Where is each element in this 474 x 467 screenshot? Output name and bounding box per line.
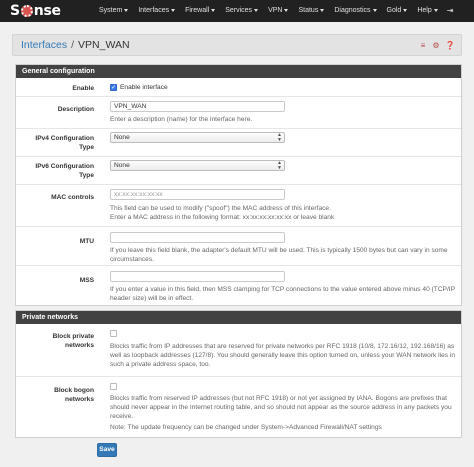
nav-interfaces[interactable]: Interfaces — [133, 0, 180, 22]
description-input[interactable]: VPN_WAN — [110, 101, 285, 112]
chevron-down-icon — [372, 8, 377, 12]
block-private-checkbox[interactable] — [110, 330, 117, 337]
breadcrumb-separator: / — [71, 39, 75, 51]
chevron-down-icon — [171, 8, 176, 12]
enable-label: Enable — [72, 85, 94, 92]
nav-gold[interactable]: Gold — [382, 0, 413, 22]
description-label: Description — [57, 106, 94, 113]
block-private-help-line3: such a private address space, too. — [110, 361, 211, 368]
block-bogon-row: Block bogon networks Blocks traffic from… — [16, 376, 461, 437]
mtu-row: MTU If you leave this field blank, the a… — [16, 226, 461, 265]
logout-icon[interactable]: ⇥ — [443, 0, 454, 22]
private-networks-heading: Private networks — [16, 311, 461, 324]
breadcrumb-current: VPN_WAN — [78, 39, 130, 51]
nav-status[interactable]: Status — [293, 0, 329, 22]
nav-help[interactable]: Help — [412, 0, 442, 22]
chevron-down-icon — [124, 8, 129, 12]
mac-help-line1: This field can be used to modify ("spoof… — [110, 205, 331, 212]
ipv4-type-selected-value: None — [114, 134, 130, 141]
nav-gold-label: Gold — [386, 7, 402, 14]
nav-vpn-label: VPN — [268, 7, 283, 14]
ipv4-type-label-line1: IPv4 Configuration — [35, 135, 94, 142]
ipv6-type-label-line1: IPv6 Configuration — [35, 163, 94, 170]
mac-controls-row: MAC controls xx:xx:xx:xx:xx:xx This fiel… — [16, 184, 461, 226]
enable-interface-checkbox-label[interactable]: Enable interface — [120, 83, 168, 92]
chevron-down-icon — [403, 8, 408, 12]
nav-services-label: Services — [225, 7, 253, 14]
brand-logo[interactable]: S nse — [0, 0, 94, 22]
select-arrows-icon: ▲ ▼ — [277, 160, 282, 171]
gear-icon[interactable]: ⚙ — [432, 41, 440, 50]
chevron-down-icon — [254, 8, 259, 12]
mss-input[interactable] — [110, 271, 285, 282]
block-bogon-help-line2: should never appear in the Internet rout… — [110, 404, 452, 411]
select-arrows-icon: ▲ ▼ — [277, 132, 282, 143]
block-bogon-help-line4: Note: The update frequency can be change… — [110, 424, 382, 431]
block-bogon-checkbox[interactable] — [110, 383, 117, 390]
mss-label: MSS — [79, 277, 94, 284]
ipv6-type-select[interactable]: None ▲ ▼ — [110, 160, 285, 171]
mtu-label: MTU — [79, 238, 94, 245]
chevron-down-icon — [284, 8, 289, 12]
enable-row: Enable ✓ Enable interface — [16, 79, 461, 96]
enable-interface-checkbox[interactable]: ✓ — [110, 84, 117, 91]
breadcrumb-icons: ≡ ⚙ ❓ — [419, 41, 455, 50]
mss-help-line1: If you enter a value in this field, then… — [110, 286, 456, 293]
mac-controls-label: MAC controls — [51, 194, 94, 201]
nav-diagnostics-label: Diagnostics — [334, 7, 371, 14]
mac-help-line2: Enter a MAC address in the following for… — [110, 214, 335, 221]
ipv6-type-row: IPv6 Configuration Type None ▲ ▼ — [16, 156, 461, 184]
nav-help-label: Help — [417, 7, 432, 14]
nav-interfaces-label: Interfaces — [138, 7, 170, 14]
mtu-help-line1: If you leave this field blank, the adapt… — [110, 247, 448, 254]
mtu-input[interactable] — [110, 232, 285, 243]
description-help: Enter a description (name) for the inter… — [110, 116, 253, 123]
breadcrumb: Interfaces / VPN_WAN ≡ ⚙ ❓ — [12, 34, 462, 56]
mss-row: MSS If you enter a value in this field, … — [16, 265, 461, 305]
description-row: Description VPN_WAN Enter a description … — [16, 96, 461, 128]
block-bogon-help-line3: receive. — [110, 413, 134, 420]
nav-firewall[interactable]: Firewall — [180, 0, 220, 22]
nav-status-label: Status — [298, 7, 319, 14]
nav-diagnostics[interactable]: Diagnostics — [329, 0, 381, 22]
general-configuration-heading: General configuration — [16, 65, 461, 78]
save-button[interactable]: Save — [97, 443, 117, 457]
block-private-help-line1: Blocks traffic from IP addresses that ar… — [110, 343, 455, 350]
ipv4-type-row: IPv4 Configuration Type None ▲ ▼ — [16, 128, 461, 156]
nav-services[interactable]: Services — [220, 0, 263, 22]
chevron-down-icon — [433, 8, 438, 12]
block-bogon-help-line1: Blocks traffic from reserved IP addresse… — [110, 395, 447, 402]
ipv4-type-select[interactable]: None ▲ ▼ — [110, 132, 285, 143]
chevron-down-icon — [211, 8, 216, 12]
block-private-row: Block private networks Blocks traffic fr… — [16, 325, 461, 376]
breadcrumb-interfaces-link[interactable]: Interfaces — [21, 39, 67, 51]
block-private-label-line1: Block private — [52, 333, 94, 340]
brand-text-left: S — [10, 3, 20, 19]
top-navbar: S nse System Interfaces Firewall Service… — [0, 0, 474, 22]
nav-vpn[interactable]: VPN — [263, 0, 293, 22]
block-bogon-label-line2: networks — [65, 396, 94, 403]
nav-system-label: System — [99, 7, 123, 14]
mac-address-input[interactable]: xx:xx:xx:xx:xx:xx — [110, 189, 285, 200]
general-configuration-panel: General configuration Enable ✓ Enable in… — [15, 64, 462, 306]
brand-gear-icon — [20, 5, 33, 17]
sliders-icon[interactable]: ≡ — [419, 41, 427, 50]
ipv6-type-label-line2: Type — [79, 172, 94, 179]
block-bogon-label-line1: Block bogon — [54, 387, 94, 394]
brand-text-right: nse — [33, 3, 61, 19]
block-private-help-line2: well as loopback addresses (127/8). You … — [110, 352, 456, 359]
nav-menu: System Interfaces Firewall Services VPN … — [94, 0, 453, 22]
block-private-label-line2: networks — [65, 342, 94, 349]
private-networks-panel: Private networks Block private networks … — [15, 310, 462, 438]
mss-help-line2: header size) will be in effect. — [110, 295, 194, 302]
nav-firewall-label: Firewall — [185, 7, 210, 14]
ipv4-type-label-line2: Type — [79, 144, 94, 151]
nav-system[interactable]: System — [94, 0, 133, 22]
help-icon[interactable]: ❓ — [445, 41, 455, 50]
mtu-help-line2: circumstances. — [110, 256, 154, 263]
chevron-down-icon — [320, 8, 325, 12]
ipv6-type-selected-value: None — [114, 162, 130, 169]
